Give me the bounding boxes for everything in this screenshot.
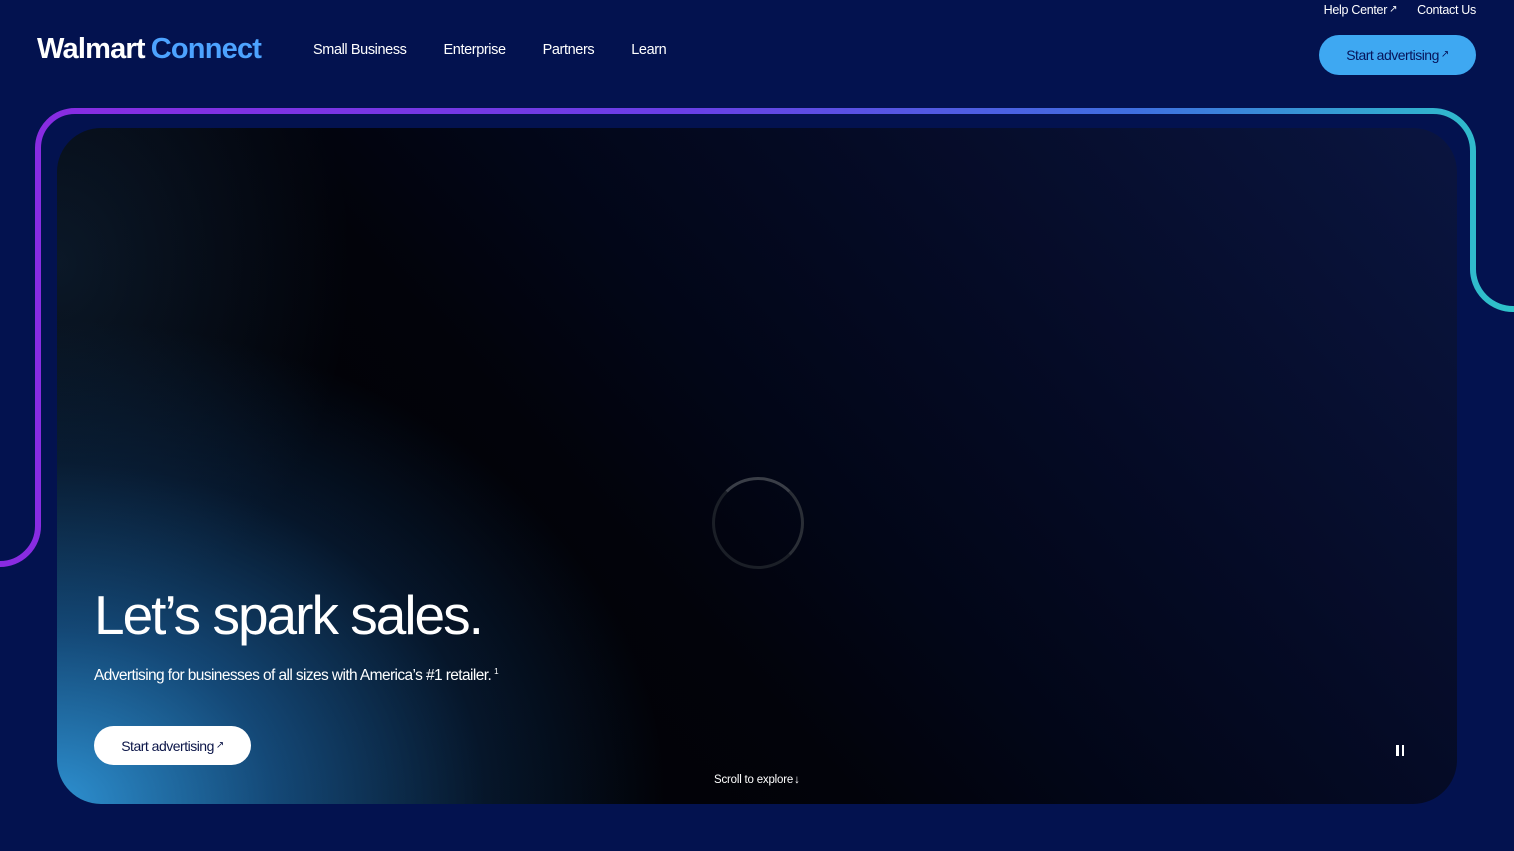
external-link-icon: ↗ [215,739,224,751]
loading-spinner-icon [712,477,804,569]
pause-bar-left [1396,744,1399,756]
hero-subhead: Advertising for businesses of all sizes … [94,667,499,685]
pause-bar-right [1401,744,1404,756]
pause-icon[interactable] [1388,738,1412,762]
scroll-label: Scroll to explore [714,774,794,786]
hero-section: Let’s spark sales. Advertising for busin… [57,128,1457,804]
footnote-marker[interactable]: 1 [494,667,498,676]
hero-start-advertising-button[interactable]: Start advertising ↗ [94,726,251,765]
hero-headline: Let’s spark sales. [94,584,484,646]
arrow-down-icon: ↓ [794,774,800,786]
hero-cta-label: Start advertising [121,737,214,754]
hero-background-glow [57,128,1457,804]
scroll-to-explore[interactable]: Scroll to explore ↓ [714,774,800,786]
hero-subhead-text: Advertising for businesses of all sizes … [94,667,492,685]
